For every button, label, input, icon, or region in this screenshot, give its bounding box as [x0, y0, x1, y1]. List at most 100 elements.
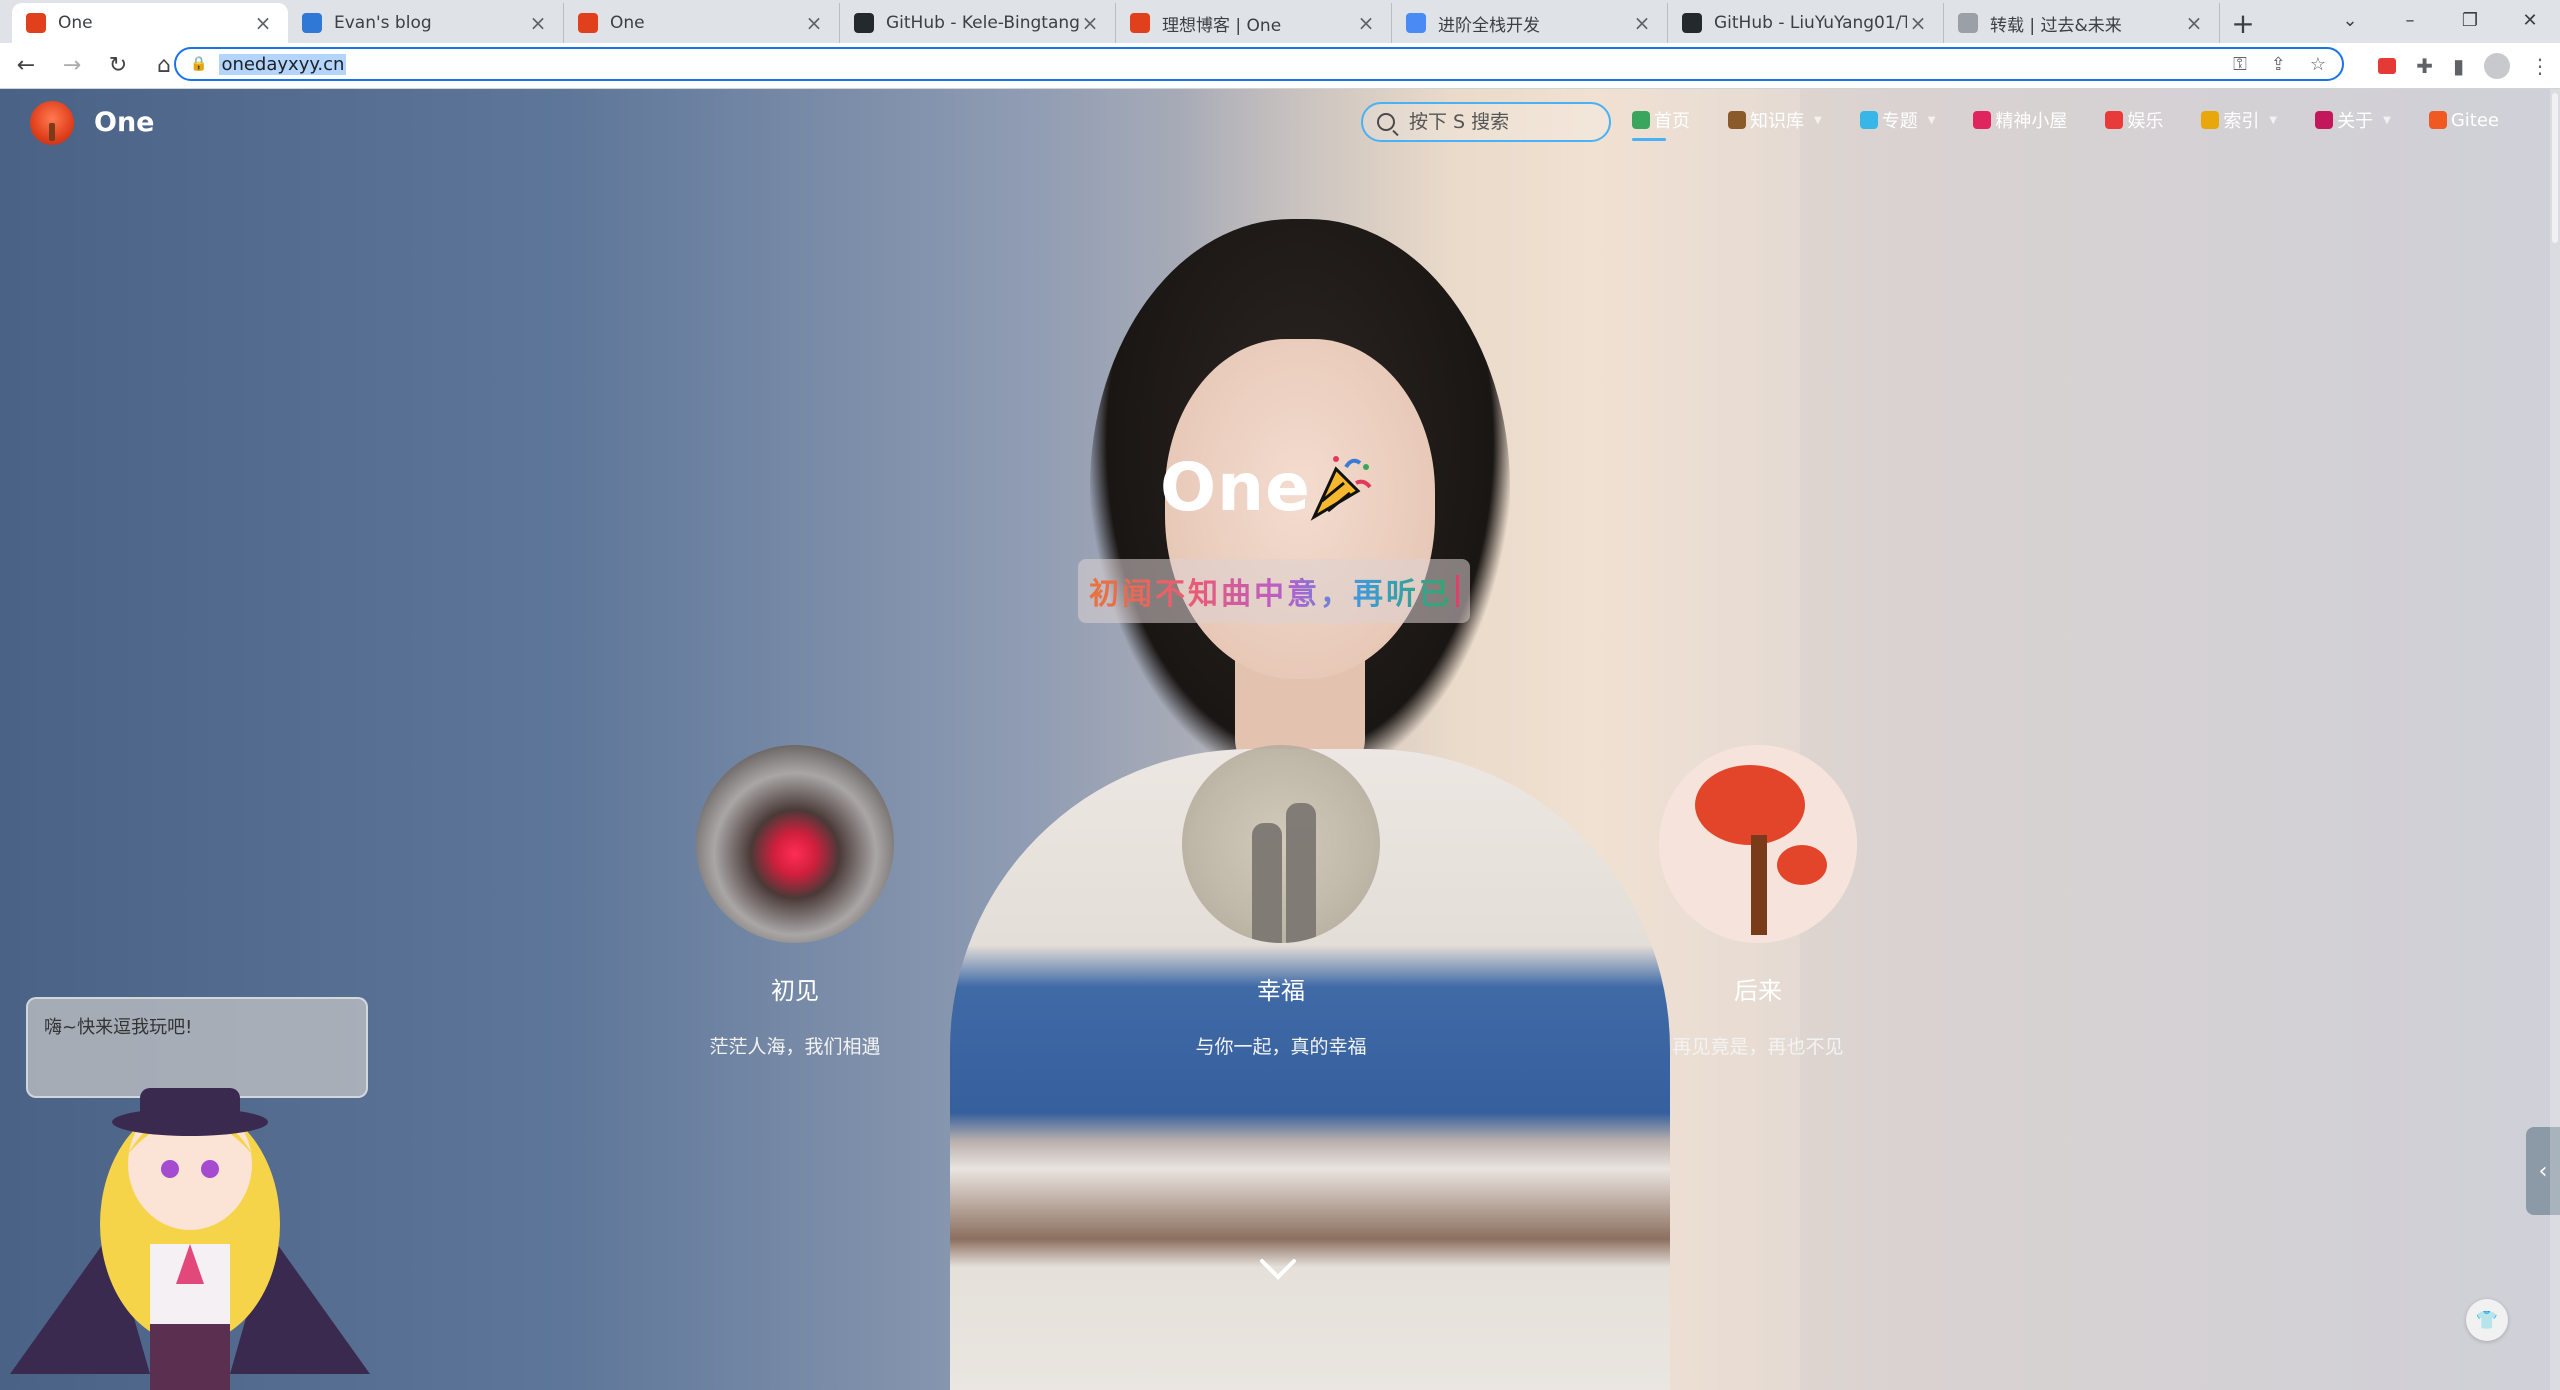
browser-tab[interactable]: 转载 | 过去&未来 × [1944, 3, 2220, 43]
tab-title: 进阶全栈开发 [1438, 15, 1540, 36]
browser-tab[interactable]: GitHub - Kele-Bingtang/vit× [840, 3, 1116, 43]
reload-icon[interactable]: ↻ [98, 46, 138, 86]
home-icon [1632, 111, 1650, 129]
restore-icon[interactable]: ❐ [2440, 0, 2500, 40]
nav-item-label: 首页 [1654, 111, 1690, 132]
typing-cursor [1456, 575, 1459, 607]
box-icon [1728, 111, 1746, 129]
address-url[interactable]: onedayxyy.cn [219, 53, 347, 75]
hero-title: One [1160, 449, 1311, 526]
nav-item-label: Gitee [2450, 109, 2499, 131]
tab-search-icon[interactable]: ⌄ [2320, 0, 2380, 40]
extensions-puzzle-icon[interactable]: ✚ [2416, 54, 2433, 78]
scrollbar-thumb[interactable] [2552, 93, 2558, 243]
extension-red-icon[interactable] [2378, 57, 2397, 74]
back-icon[interactable]: ← [6, 46, 46, 86]
site-header: One 首页 知识库 ▼ 专题 ▼ 精神小屋 娱乐 索引 ▼ 关于 ▼ Gitee [0, 89, 2560, 159]
site-name[interactable]: One [94, 107, 155, 138]
nav-item-label: 专题 [1881, 111, 1918, 132]
chevron-down-icon: ▼ [1927, 114, 1936, 126]
speech-icon [2105, 111, 2124, 129]
tab-title: GitHub - Kele-Bingtang/vit [886, 13, 1079, 33]
bookmark-star-icon[interactable]: ☆ [2310, 54, 2326, 75]
browser-tab[interactable]: 进阶全栈开发 × [1392, 3, 1668, 43]
chevron-down-icon: ▼ [2383, 114, 2391, 126]
nav-item[interactable]: 首页 [1632, 107, 1690, 141]
site-logo[interactable] [30, 101, 74, 145]
nav-item[interactable]: 索引 ▼ [2201, 107, 2277, 133]
couple-figure-right [1286, 803, 1316, 943]
flowers-image [696, 745, 894, 943]
tab-close-icon[interactable]: × [1355, 11, 1377, 35]
chevron-down-icon: ▼ [2269, 114, 2278, 126]
nav-item-label: 索引 [2223, 111, 2260, 132]
nav-item[interactable]: 关于 ▼ [2315, 107, 2391, 133]
nav-item-label: 关于 [2337, 111, 2374, 132]
tab-close-icon[interactable]: × [1631, 11, 1653, 35]
nav-item-label: 精神小屋 [1995, 111, 2068, 132]
site-search[interactable] [1361, 102, 1611, 142]
one-favicon [26, 13, 46, 33]
minimize-icon[interactable]: – [2380, 0, 2440, 40]
browser-tab[interactable]: One × [564, 3, 840, 43]
tab-close-icon[interactable]: × [252, 11, 274, 35]
card-name: 初见 [771, 977, 819, 1005]
card-happiness[interactable]: 幸福 与你一起，真的幸福 [1131, 745, 1431, 1059]
lock-icon[interactable]: 🔒 [190, 56, 207, 72]
couple-figure-left [1252, 823, 1282, 943]
site-nav-menu: 首页 知识库 ▼ 专题 ▼ 精神小屋 娱乐 索引 ▼ 关于 ▼ Gitee [1632, 107, 2537, 141]
browser-tab-strip: One × Evan's blog × One × GitHub - Kele-Bingta… [0, 0, 2560, 43]
tab-close-icon[interactable]: × [1079, 11, 1101, 35]
mascot-character[interactable] [0, 1074, 380, 1390]
tab-title: One [58, 13, 93, 33]
address-bar[interactable]: 🔒 onedayxyy.cn ⚿ ⇪ ☆ [174, 47, 2344, 81]
window-controls: ⌄ – ❐ ✕ [2320, 0, 2560, 40]
new-tab-button[interactable]: + [2220, 3, 2266, 43]
tab-title: GitHub - LiuYuYang01/Thri [1714, 13, 1907, 33]
eb-favicon [302, 13, 322, 33]
hero-subtitle: 初闻不知曲中意，再听已 [1089, 569, 1452, 613]
nav-item-label: 娱乐 [2127, 111, 2164, 132]
forward-icon[interactable]: → [52, 46, 92, 86]
close-window-icon[interactable]: ✕ [2500, 0, 2560, 40]
profile-avatar[interactable] [2484, 52, 2510, 79]
browser-tab[interactable]: Evan's blog × [288, 3, 564, 43]
card-later[interactable]: 后来 再见竟是，再也不见 [1608, 745, 1908, 1059]
scroll-down-chevron-icon[interactable] [1258, 1249, 1298, 1289]
diamond-icon [1859, 111, 1878, 129]
key-icon[interactable]: ⚿ [2233, 54, 2247, 75]
github-favicon [854, 13, 874, 33]
tab-title: 转载 | 过去&未来 [1990, 15, 2122, 36]
nav-item[interactable]: 精神小屋 [1973, 107, 2067, 133]
couple-image [1182, 745, 1380, 943]
subtitle-box: 初闻不知曲中意，再听已 [1078, 559, 1470, 623]
tab-close-icon[interactable]: × [527, 11, 549, 35]
page-scrollbar[interactable] [2550, 89, 2560, 1390]
share-icon[interactable]: ⇪ [2271, 54, 2286, 75]
browser-tab[interactable]: One × [12, 3, 288, 43]
nav-item[interactable]: 娱乐 [2105, 107, 2163, 133]
nav-item[interactable]: Gitee [2428, 109, 2499, 131]
theme-shirt-icon[interactable]: 👕 [2466, 1299, 2508, 1341]
card-desc: 茫茫人海，我们相遇 [709, 1036, 881, 1058]
nav-item-label: 知识库 [1750, 111, 1804, 132]
card-first-meet[interactable]: 初见 茫茫人海，我们相遇 [645, 745, 945, 1059]
tab-close-icon[interactable]: × [803, 11, 825, 35]
tab-close-icon[interactable]: × [1907, 11, 1929, 35]
nav-item[interactable]: 知识库 ▼ [1728, 107, 1822, 133]
nav-item[interactable]: 专题 ▼ [1859, 107, 1936, 133]
card-name: 幸福 [1257, 977, 1305, 1005]
browser-tab[interactable]: GitHub - LiuYuYang01/Thri× [1668, 3, 1944, 43]
one-favicon [578, 13, 598, 33]
tab-title: 理想博客 | One [1162, 15, 1282, 36]
search-input[interactable] [1407, 110, 1601, 134]
tree-image [1659, 745, 1857, 943]
menu-kebab-icon[interactable]: ⋮ [2530, 54, 2550, 78]
tab-close-icon[interactable]: × [2183, 11, 2205, 35]
party-popper-icon [1310, 456, 1372, 521]
browser-tab[interactable]: 理想博客 | One × [1116, 3, 1392, 43]
heart-icon [1973, 111, 1992, 129]
t-favicon [1406, 13, 1426, 33]
side-panel-icon[interactable]: ▮ [2453, 54, 2464, 78]
browser-toolbar: ← → ↻ ⌂ 🔒 onedayxyy.cn ⚿ ⇪ ☆ ✚ ▮ ⋮ [0, 43, 2560, 89]
